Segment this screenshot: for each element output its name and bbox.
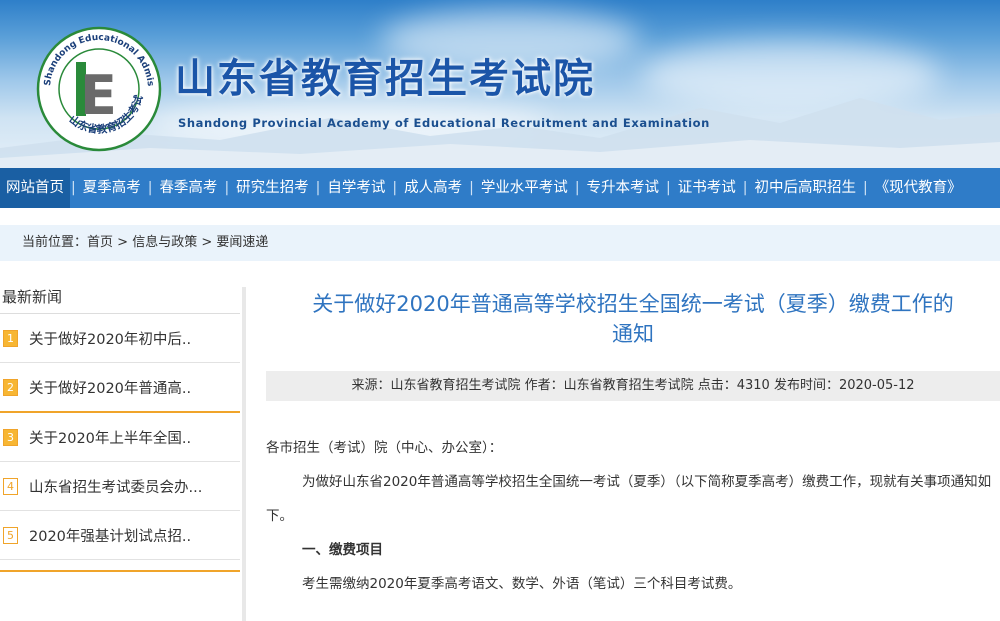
article-meta: 来源：山东省教育招生考试院 作者：山东省教育招生考试院 点击：4310 发布时间…	[266, 371, 1000, 401]
nav-separator: |	[71, 180, 76, 196]
nav-separator: |	[469, 180, 474, 196]
article-paragraph: 考生需缴纳2020年夏季高考语文、数学、外语（笔试）三个科目考试费。	[302, 576, 742, 592]
breadcrumb-separator: >	[113, 235, 133, 250]
logo-letter: E	[80, 64, 117, 127]
breadcrumb: 当前位置：首页 > 信息与政策 > 要闻速递	[22, 225, 268, 261]
news-list-item[interactable]: 4 山东省招生考试委员会办...	[0, 462, 240, 511]
article-salutation: 各市招生（考试）院（中心、办公室）：	[266, 440, 503, 456]
news-rank-badge: 2	[3, 378, 18, 396]
news-list-item[interactable]: 2 关于做好2020年普通高..	[0, 363, 240, 413]
sidebar-bottom-rule	[0, 564, 240, 572]
news-list-item[interactable]: 3 关于2020年上半年全国..	[0, 413, 240, 462]
nav-self-study-exam[interactable]: 自学考试	[321, 168, 391, 208]
article-title-line1: 关于做好2020年普通高等学校招生全国统一考试（夏季）缴费工作的	[312, 292, 954, 316]
site-subtitle: Shandong Provincial Academy of Education…	[178, 116, 710, 130]
news-rank-badge: 1	[3, 329, 18, 347]
news-link-text[interactable]: 2020年强基计划试点招..	[29, 525, 191, 546]
article-section-heading: 一、缴费项目	[302, 542, 383, 558]
main-nav: 网站首页 | 夏季高考 | 春季高考 | 研究生招考 | 自学考试 | 成人高考…	[0, 168, 1000, 208]
sidebar-title: 最新新闻	[0, 283, 240, 314]
nav-adult-exam[interactable]: 成人高考	[398, 168, 468, 208]
news-link-text[interactable]: 关于做好2020年普通高..	[29, 377, 191, 398]
nav-separator: |	[224, 180, 230, 196]
news-list-item[interactable]: 1 关于做好2020年初中后..	[0, 314, 240, 363]
news-link-text[interactable]: 关于做好2020年初中后..	[29, 328, 191, 349]
nav-proficiency-exam[interactable]: 学业水平考试	[475, 168, 574, 208]
academy-logo: Shandong Educational Admission & Examina…	[36, 26, 162, 152]
nav-separator: |	[315, 180, 321, 196]
nav-vocational-admission[interactable]: 初中后高职招生	[748, 168, 862, 208]
breadcrumb-info-policy[interactable]: 信息与政策	[132, 235, 197, 250]
nav-separator: |	[574, 180, 580, 196]
nav-separator: |	[862, 180, 868, 196]
news-link-text[interactable]: 关于2020年上半年全国..	[29, 427, 191, 448]
article-title-line2: 通知	[612, 322, 654, 346]
nav-home[interactable]: 网站首页	[0, 168, 70, 208]
column-divider	[242, 287, 246, 621]
nav-certificate-exam[interactable]: 证书考试	[672, 168, 742, 208]
nav-spring-exam[interactable]: 春季高考	[153, 168, 223, 208]
breadcrumb-bar: 当前位置：首页 > 信息与政策 > 要闻速递	[0, 225, 1000, 261]
nav-separator: |	[392, 180, 398, 196]
news-list-item[interactable]: 5 2020年强基计划试点招..	[0, 511, 240, 560]
breadcrumb-separator: >	[197, 235, 217, 250]
article: 关于做好2020年普通高等学校招生全国统一考试（夏季）缴费工作的 通知 来源：山…	[266, 283, 1000, 601]
nav-separator: |	[666, 180, 671, 196]
news-link-text[interactable]: 山东省招生考试委员会办...	[29, 476, 202, 497]
header-banner: Shandong Educational Admission & Examina…	[0, 0, 1000, 168]
news-rank-badge: 4	[3, 477, 18, 495]
site-title: 山东省教育招生考试院	[175, 56, 595, 102]
nav-graduate-exam[interactable]: 研究生招考	[230, 168, 315, 208]
news-rank-badge: 3	[3, 428, 18, 446]
nav-separator: |	[147, 180, 153, 196]
article-title: 关于做好2020年普通高等学校招生全国统一考试（夏季）缴费工作的 通知	[266, 289, 1000, 349]
breadcrumb-news[interactable]: 要闻速递	[216, 235, 268, 250]
breadcrumb-home[interactable]: 首页	[87, 235, 113, 250]
nav-modern-education[interactable]: 《现代教育》	[869, 168, 968, 208]
nav-summer-exam[interactable]: 夏季高考	[77, 168, 147, 208]
latest-news-sidebar: 最新新闻 1 关于做好2020年初中后.. 2 关于做好2020年普通高.. 3…	[0, 283, 240, 621]
nav-upgrade-exam[interactable]: 专升本考试	[581, 168, 666, 208]
nav-separator: |	[742, 180, 748, 196]
breadcrumb-prefix: 当前位置：	[22, 235, 88, 250]
news-rank-badge: 5	[3, 526, 18, 544]
article-paragraph: 为做好山东省2020年普通高等学校招生全国统一考试（夏季）（以下简称夏季高考）缴…	[266, 474, 992, 524]
